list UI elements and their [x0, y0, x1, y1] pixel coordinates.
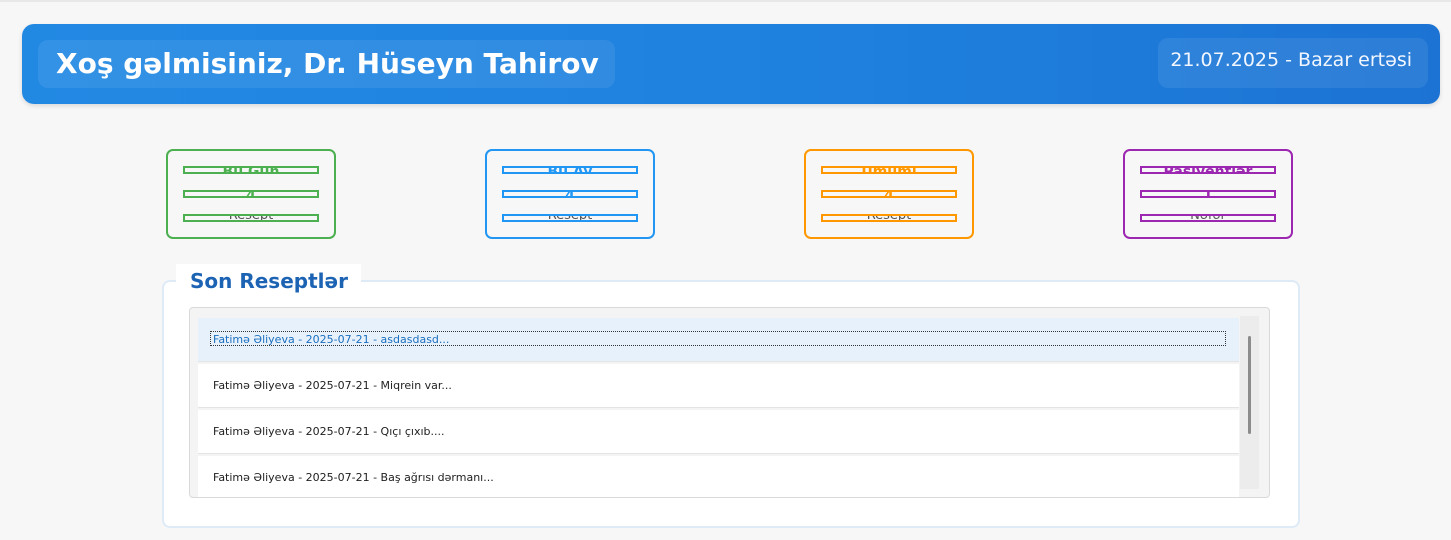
stat-patients-unit: Nəfər: [1140, 214, 1276, 222]
recent-prescriptions-title: Son Reseptlər: [176, 264, 361, 298]
vertical-scrollbar[interactable]: [1240, 316, 1259, 489]
welcome-header: Xoş gəlmisiniz, Dr. Hüseyn Tahirov 21.07…: [22, 24, 1440, 104]
stat-total-unit: Resept: [821, 214, 957, 222]
scrollbar-thumb[interactable]: [1248, 336, 1251, 434]
list-item-text: Fatimə Əliyeva - 2025-07-21 - Miqrein va…: [213, 379, 452, 392]
list-item-text: Fatimə Əliyeva - 2025-07-21 - asdasdasd.…: [213, 333, 450, 346]
welcome-title: Xoş gəlmisiniz, Dr. Hüseyn Tahirov: [38, 40, 615, 88]
stat-month-unit: Resept: [502, 214, 638, 222]
recent-prescriptions-list[interactable]: Fatimə Əliyeva - 2025-07-21 - asdasdasd.…: [189, 307, 1270, 498]
list-item-text: Fatimə Əliyeva - 2025-07-21 - Qıçı çıxıb…: [213, 425, 445, 438]
list-item[interactable]: Fatimə Əliyeva - 2025-07-21 - Qıçı çıxıb…: [198, 410, 1239, 454]
list-item-text: Fatimə Əliyeva - 2025-07-21 - Baş ağrısı…: [213, 471, 494, 484]
stat-month-count: 4: [502, 190, 638, 198]
list-item[interactable]: Fatimə Əliyeva - 2025-07-21 - Baş ağrısı…: [198, 456, 1239, 497]
stat-total-count: 4: [821, 190, 957, 198]
stat-today-title: Bu Gün: [183, 166, 319, 174]
stat-card-today: Bu Gün 4 Resept: [166, 149, 336, 239]
stat-patients-title: Pasiyentlər: [1140, 166, 1276, 174]
stat-card-total: Ümumi 4 Resept: [804, 149, 974, 239]
current-date: 21.07.2025 - Bazar ertəsi: [1158, 38, 1428, 88]
stat-card-patients: Pasiyentlər 1 Nəfər: [1123, 149, 1293, 239]
list-item[interactable]: Fatimə Əliyeva - 2025-07-21 - asdasdasd.…: [198, 318, 1239, 362]
window-top-border: [0, 0, 1451, 2]
stat-today-count: 4: [183, 190, 319, 198]
stat-month-title: Bu Ay: [502, 166, 638, 174]
stat-total-title: Ümumi: [821, 166, 957, 174]
stat-patients-count: 1: [1140, 190, 1276, 198]
list-item[interactable]: Fatimə Əliyeva - 2025-07-21 - Miqrein va…: [198, 364, 1239, 408]
stat-card-month: Bu Ay 4 Resept: [485, 149, 655, 239]
stat-today-unit: Resept: [183, 214, 319, 222]
